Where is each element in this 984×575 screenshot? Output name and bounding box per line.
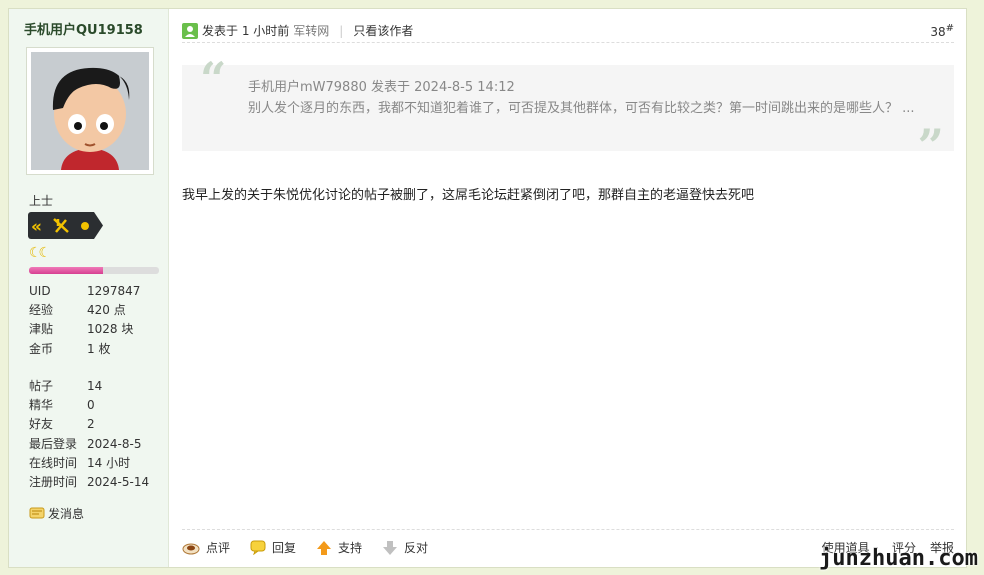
reply-icon	[250, 540, 266, 555]
oppose-label: 反对	[404, 541, 429, 555]
site-watermark: junzhuan.com	[819, 546, 978, 571]
stat-value: 1 枚	[87, 341, 111, 356]
stat-value: 2024-8-5	[87, 436, 142, 451]
support-label: 支持	[338, 541, 363, 555]
stat-key: 在线时间	[29, 455, 78, 470]
stat-value: 2	[87, 417, 95, 432]
quote-meta: 手机用户mW79880 发表于 2024-8-5 14:12	[248, 80, 515, 95]
level-progress-bar	[29, 267, 159, 274]
stat-key: 精华	[29, 398, 54, 413]
header-separator: |	[339, 23, 344, 38]
support-button[interactable]: 支持	[316, 539, 362, 556]
level-progress-fill	[29, 267, 104, 274]
svg-text:«: «	[31, 217, 42, 237]
online-user-icon	[182, 22, 198, 39]
only-author-link[interactable]: 只看该作者	[353, 22, 413, 39]
thumbs-up-arrow-icon	[317, 540, 332, 555]
stat-key: 金币	[29, 341, 54, 356]
stat-key: 经验	[29, 303, 54, 318]
send-message-label: 发消息	[48, 507, 85, 521]
quote-block: “ 手机用户mW79880 发表于 2024-8-5 14:12 别人发个逐月的…	[182, 52, 954, 169]
quote-open-icon: “	[200, 52, 227, 106]
stat-key: 最后登录	[29, 436, 78, 451]
avatar-image	[31, 52, 149, 170]
reply-button[interactable]: 回复	[250, 539, 296, 556]
stat-row: UID 1297847	[29, 282, 164, 301]
author-stats-2: 帖子 14 精华 0 好友 2 最后登录 2024-8-5 在线时间 14 小时 注册时间 2024-…	[29, 377, 164, 492]
stat-value: 420 点	[87, 303, 126, 318]
author-name[interactable]: 手机用户QU19158	[24, 19, 143, 38]
stat-value: 1028 块	[87, 322, 134, 337]
stat-value: 14 小时	[87, 455, 131, 470]
stat-value: 1297847	[87, 284, 141, 298]
floor-number[interactable]: 38#	[930, 23, 954, 39]
stat-value: 0	[87, 398, 95, 413]
stat-key: UID	[29, 284, 51, 298]
moon-icons: ☾☾	[29, 245, 51, 261]
oppose-button[interactable]: 反对	[382, 539, 428, 556]
stat-row: 经验 420 点	[29, 301, 164, 320]
quote-body: 别人发个逐月的东西，我都不知道犯着谁了，可否提及其他群体，可否有比较之类？第一时…	[248, 101, 915, 116]
thumbs-down-arrow-icon	[383, 540, 398, 555]
send-message-button[interactable]: 发消息	[29, 505, 84, 522]
stat-key: 好友	[29, 417, 54, 432]
stat-row: 注册时间 2024-5-14	[29, 473, 164, 492]
post-card: 手机用户QU19158 上士 « ☾☾ UID 1297847 经验 420 点…	[8, 8, 967, 568]
rank-title: 上士	[29, 194, 54, 208]
stat-row: 在线时间 14 小时	[29, 454, 164, 473]
post-time: 发表于 1 小时前	[202, 24, 290, 38]
stat-row: 最后登录 2024-8-5	[29, 435, 164, 454]
stat-row: 金币 1 枚	[29, 340, 164, 359]
post-source[interactable]: 军转网	[293, 22, 329, 39]
comment-icon	[182, 543, 200, 554]
message-icon	[29, 507, 45, 518]
stat-value: 14	[87, 379, 103, 393]
post-header: 发表于 1 小时前 军转网 | 只看该作者	[182, 19, 954, 43]
floor-number-value: 38	[930, 25, 946, 39]
quote-close-icon: ”	[917, 119, 944, 173]
post-content: 我早上发的关于朱悦优化讨论的帖子被删了，这屌毛论坛赶紧倒闭了吧，那群自主的老逼登…	[182, 188, 755, 203]
stat-key: 津贴	[29, 322, 54, 337]
stat-key: 注册时间	[29, 474, 78, 489]
stat-row: 津贴 1028 块	[29, 320, 164, 339]
avatar[interactable]	[26, 47, 154, 175]
stat-row: 精华 0	[29, 396, 164, 415]
floor-mark: #	[945, 23, 954, 34]
rank-badge-icon: «	[28, 212, 103, 239]
reply-label: 回复	[272, 541, 297, 555]
comment-button[interactable]: 点评	[182, 539, 230, 556]
comment-label: 点评	[206, 541, 231, 555]
stat-key: 帖子	[29, 379, 54, 393]
author-stats: UID 1297847 经验 420 点津贴 1028 块金币 1 枚	[29, 282, 164, 359]
stat-row: 好友 2	[29, 415, 164, 434]
stat-value: 2024-5-14	[87, 474, 150, 489]
post-main: 发表于 1 小时前 军转网 | 只看该作者 38# “ 手机用户mW79880 …	[170, 9, 966, 567]
author-sidebar: 手机用户QU19158 上士 « ☾☾ UID 1297847 经验 420 点…	[9, 9, 169, 567]
stat-row: 帖子 14	[29, 377, 164, 396]
